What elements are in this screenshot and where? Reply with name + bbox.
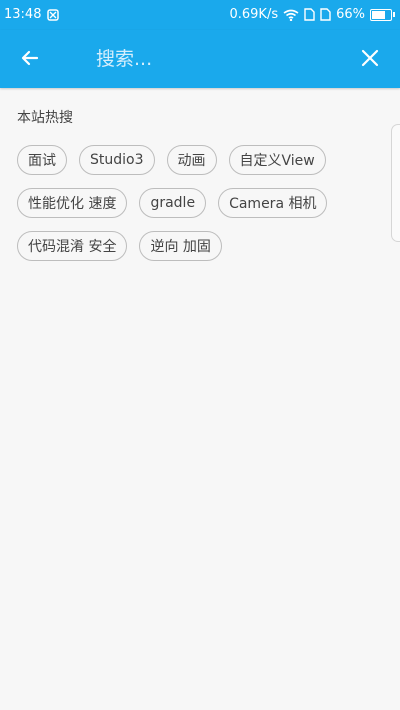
tag-obfuscation[interactable]: 代码混淆 安全 — [17, 231, 128, 261]
sim-icon-2 — [320, 8, 331, 21]
edge-swipe-handle[interactable] — [391, 124, 400, 242]
search-input[interactable] — [94, 44, 328, 74]
tag-gradle[interactable]: gradle — [139, 188, 207, 218]
wifi-icon — [283, 9, 299, 21]
search-toolbar — [0, 30, 400, 88]
tag-camera[interactable]: Camera 相机 — [218, 188, 328, 218]
status-bar: 13:48 0.69K/s 66% — [0, 0, 400, 30]
tag-animation[interactable]: 动画 — [166, 145, 217, 175]
sim-icon — [304, 8, 315, 21]
arrow-left-icon — [20, 48, 40, 72]
notification-icon — [47, 8, 60, 21]
tag-row: 代码混淆 安全 逆向 加固 — [17, 231, 357, 263]
tag-row: 面试 Studio3 动画 自定义View — [17, 145, 357, 177]
hot-search-title: 本站热搜 — [17, 110, 73, 126]
tag-performance[interactable]: 性能优化 速度 — [17, 188, 128, 218]
network-speed: 0.69K/s — [229, 7, 279, 22]
status-right: 0.69K/s 66% — [229, 7, 395, 22]
tag-row: 性能优化 速度 gradle Camera 相机 — [17, 188, 357, 220]
tag-custom-view[interactable]: 自定义View — [228, 145, 326, 175]
tag-interview[interactable]: 面试 — [17, 145, 67, 175]
battery-icon — [370, 8, 395, 21]
status-time: 13:48 — [4, 7, 42, 22]
close-button[interactable] — [354, 44, 386, 76]
back-button[interactable] — [14, 44, 46, 76]
battery-percent: 66% — [336, 7, 365, 22]
close-icon — [361, 49, 379, 71]
tag-studio3[interactable]: Studio3 — [79, 145, 155, 175]
hot-search-tags: 面试 Studio3 动画 自定义View 性能优化 速度 gradle Cam… — [17, 145, 357, 274]
tag-reverse-hardening[interactable]: 逆向 加固 — [139, 231, 222, 261]
battery-fill — [372, 10, 386, 19]
status-left: 13:48 — [4, 7, 60, 22]
